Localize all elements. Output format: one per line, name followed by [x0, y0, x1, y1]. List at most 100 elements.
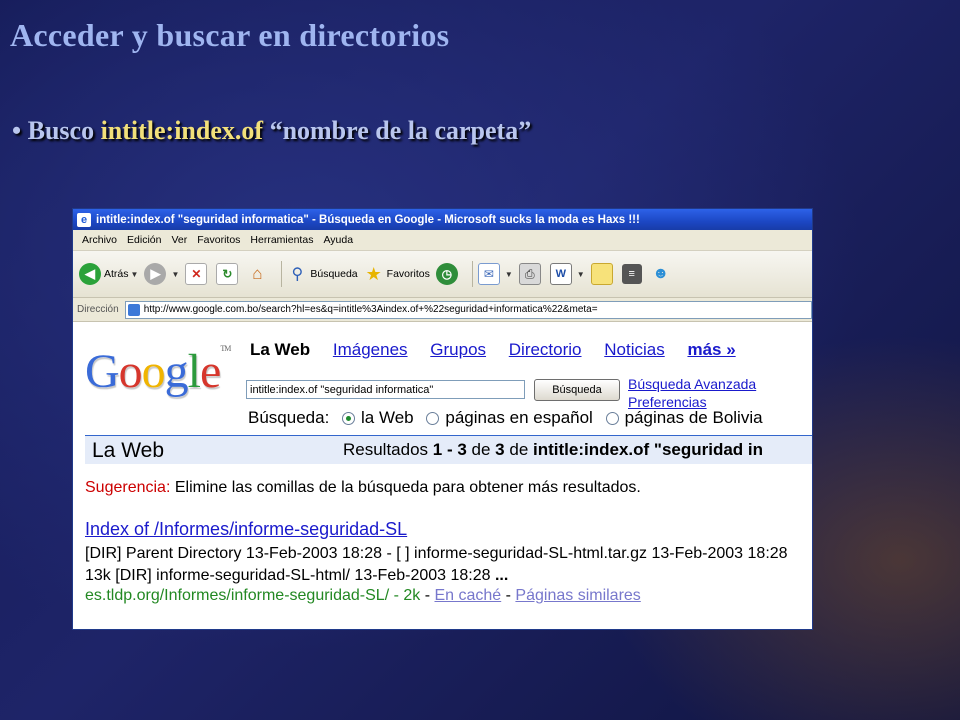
forward-button[interactable]: ▶ ▼ [144, 263, 179, 285]
address-bar: Dirección http://www.google.com.bo/searc… [73, 298, 812, 322]
toolbar: ◀ Atrás ▼ ▶ ▼ ✕ ↻ ⌂ ⚲ Búsqueda ★ Favorit… [73, 251, 812, 298]
ie-icon: e [77, 212, 91, 227]
home-button[interactable]: ⌂ [247, 264, 270, 284]
scope-option-spanish[interactable]: páginas en español [445, 408, 592, 427]
dropdown-arrow-icon[interactable]: ▼ [171, 270, 179, 279]
dropdown-arrow-icon[interactable]: ▼ [505, 270, 513, 279]
edit-button[interactable]: W ▼ [549, 263, 585, 285]
logo-letter: e [200, 345, 221, 398]
result-url: es.tldp.org/Informes/informe-seguridad-S… [85, 587, 421, 604]
result-link[interactable]: Index of /Informes/informe-seguridad-SL [85, 519, 407, 539]
messenger-icon: ☻ [652, 265, 670, 282]
word-icon: W [549, 263, 572, 285]
mail-icon: ✉ [477, 263, 500, 285]
results-total: 3 [495, 440, 505, 459]
note-icon [590, 263, 613, 285]
refresh-button[interactable]: ↻ [216, 263, 241, 285]
page-content: GoogleTM La Web Imágenes Grupos Director… [73, 322, 812, 610]
results-prefix: Resultados [343, 440, 433, 459]
cache-link[interactable]: En caché [434, 587, 501, 604]
tab-more[interactable]: más » [687, 340, 735, 359]
logo-letter: G [85, 345, 120, 398]
bullet-prefix: • Busco [12, 116, 101, 145]
results-of: de [466, 440, 496, 459]
magnifier-icon: ⚲ [291, 266, 304, 283]
messenger-button[interactable]: ☻ [651, 264, 674, 284]
search-input[interactable] [246, 380, 525, 399]
address-url: http://www.google.com.bo/search?hl=es&q=… [143, 304, 598, 315]
star-icon: ★ [365, 263, 382, 284]
research-icon: ≡ [621, 264, 642, 284]
refresh-icon: ↻ [216, 263, 239, 285]
toolbar-separator [471, 261, 473, 287]
scope-label: Búsqueda: [248, 408, 330, 427]
search-label: Búsqueda [310, 268, 358, 280]
result-title: Index of /Informes/informe-seguridad-SL [85, 519, 407, 540]
tab-images[interactable]: Imágenes [333, 340, 408, 359]
window-titlebar[interactable]: e intitle:index.of "seguridad informatic… [73, 209, 812, 230]
back-button[interactable]: ◀ Atrás ▼ [79, 263, 138, 285]
page-icon [127, 303, 140, 316]
separator: - [420, 587, 435, 604]
snippet-text: [DIR] Parent Directory 13-Feb-2003 18:28… [85, 545, 788, 584]
print-button[interactable]: ⎙ [518, 263, 544, 285]
browser-window: e intitle:index.of "seguridad informatic… [72, 208, 813, 630]
suggestion-label: Sugerencia: [85, 479, 171, 496]
menu-favoritos[interactable]: Favoritos [192, 234, 245, 246]
scope-option-web[interactable]: la Web [361, 408, 414, 427]
search-tabs: La Web Imágenes Grupos Directorio Notici… [250, 340, 754, 360]
menu-ver[interactable]: Ver [166, 234, 192, 246]
radio-bolivia[interactable] [605, 412, 619, 426]
logo-trademark: TM [220, 344, 231, 353]
back-arrow-icon: ◀ [79, 263, 101, 285]
menu-ayuda[interactable]: Ayuda [318, 234, 358, 246]
results-range: 1 - 3 [432, 440, 467, 459]
result-url-line: es.tldp.org/Informes/informe-seguridad-S… [85, 587, 641, 605]
radio-spanish[interactable] [426, 412, 440, 426]
bullet-highlight: intitle:index.of [100, 116, 264, 145]
separator: - [501, 587, 516, 604]
toolbar-separator [281, 261, 283, 287]
logo-letter: g [164, 345, 189, 398]
suggestion-text: Elimine las comillas de la búsqueda para… [170, 479, 641, 496]
tab-groups[interactable]: Grupos [430, 340, 486, 359]
results-count: Resultados 1 - 3 de 3 de intitle:index.o… [343, 440, 763, 460]
bullet-point: • Busco intitle:index.of “nombre de la c… [12, 116, 531, 146]
address-field[interactable]: http://www.google.com.bo/search?hl=es&q=… [124, 300, 812, 319]
slide-title: Acceder y buscar en directorios [10, 17, 450, 53]
history-icon: ◷ [435, 263, 458, 285]
dropdown-arrow-icon[interactable]: ▼ [577, 270, 585, 279]
logo-letter: o [141, 345, 166, 398]
research-button[interactable]: ≡ [621, 264, 645, 284]
radio-web[interactable] [342, 412, 356, 426]
similar-pages-link[interactable]: Páginas similares [515, 587, 640, 604]
stop-button[interactable]: ✕ [185, 263, 210, 285]
menu-herramientas[interactable]: Herramientas [245, 234, 318, 246]
tab-directory[interactable]: Directorio [509, 340, 582, 359]
search-options-links: Búsqueda Avanzada Preferencias [628, 375, 756, 411]
favorites-label: Favoritos [386, 268, 430, 280]
results-bar: La Web Resultados 1 - 3 de 3 de intitle:… [85, 435, 812, 464]
bullet-rest: “nombre de la carpeta” [263, 116, 532, 145]
forward-arrow-icon: ▶ [144, 263, 167, 285]
tab-news[interactable]: Noticias [604, 340, 664, 359]
dropdown-arrow-icon[interactable]: ▼ [131, 270, 139, 279]
menu-archivo[interactable]: Archivo [77, 234, 122, 246]
google-logo[interactable]: GoogleTM [85, 344, 231, 399]
search-submit-button[interactable]: Búsqueda [534, 379, 620, 401]
tab-web: La Web [250, 340, 311, 359]
mail-button[interactable]: ✉ ▼ [477, 263, 513, 285]
results-for: de [504, 440, 533, 459]
search-button[interactable]: ⚲ Búsqueda [287, 264, 358, 284]
menu-edicion[interactable]: Edición [122, 234, 166, 246]
address-label: Dirección [77, 304, 119, 315]
scope-option-bolivia[interactable]: páginas de Bolivia [625, 408, 763, 427]
discuss-button[interactable] [590, 263, 616, 285]
advanced-search-link[interactable]: Búsqueda Avanzada [628, 375, 756, 393]
home-icon: ⌂ [252, 264, 263, 283]
search-scope: Búsqueda: la Web páginas en español pági… [248, 408, 763, 428]
back-label: Atrás [104, 268, 129, 280]
results-query: intitle:index.of "seguridad in [533, 440, 764, 459]
history-button[interactable]: ◷ [435, 263, 461, 285]
favorites-button[interactable]: ★ Favoritos [364, 264, 430, 284]
